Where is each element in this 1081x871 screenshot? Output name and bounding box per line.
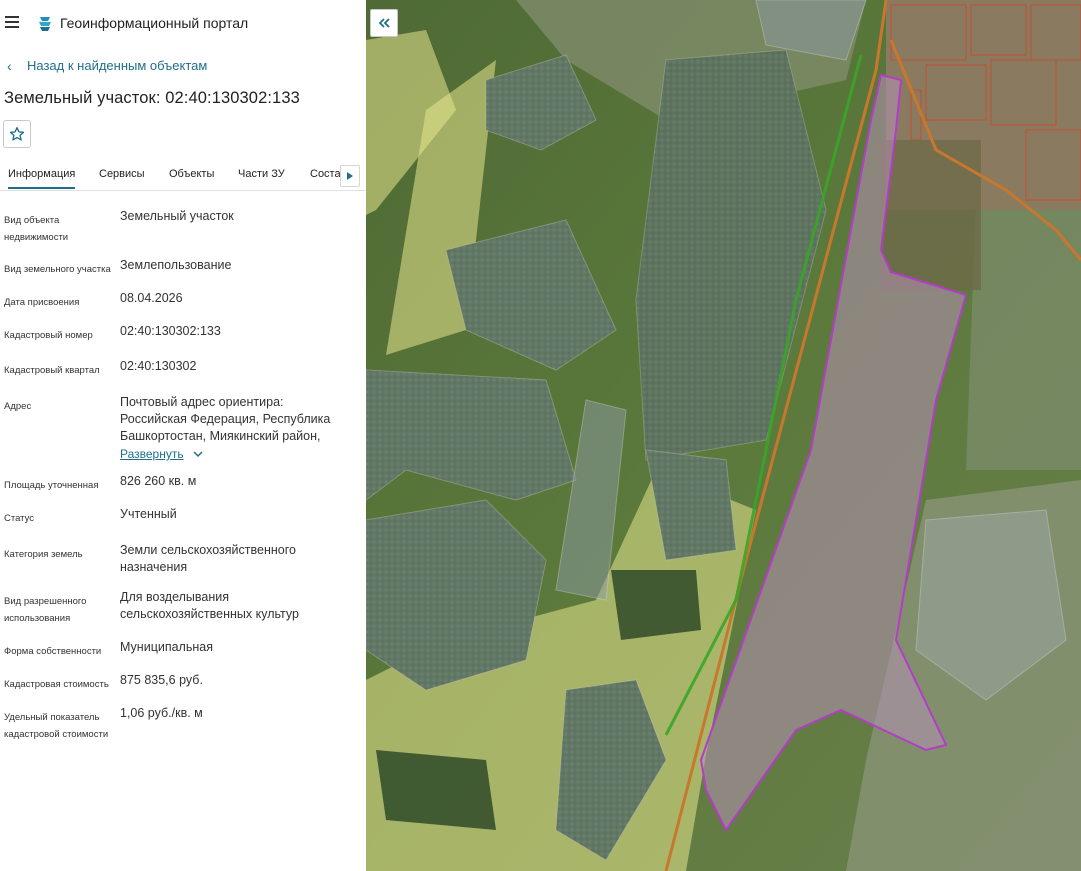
expand-label: Развернуть xyxy=(120,447,184,461)
double-chevron-left-icon xyxy=(378,18,390,28)
prop-row-address: Адрес Почтовый адрес ориентира: Российск… xyxy=(0,394,366,463)
app-title: Геоинформационный портал xyxy=(60,15,249,31)
prop-value: Для возделывания сельскохозяйственных ку… xyxy=(120,590,299,621)
collapse-panel-button[interactable] xyxy=(370,9,398,37)
prop-key: Кадастровый квартал xyxy=(4,365,100,376)
triangle-right-icon xyxy=(347,172,353,180)
prop-key: Удельный показатель кадастровой стоимост… xyxy=(4,712,109,740)
prop-row-cadastral-number: Кадастровый номер 02:40:130302:133 xyxy=(0,323,366,344)
prop-value: 875 835,6 руб. xyxy=(120,673,203,687)
prop-key: Вид объекта недвижимости xyxy=(4,215,69,243)
chevron-left-icon: ‹ xyxy=(7,58,12,74)
prop-key: Дата присвоения xyxy=(4,297,80,308)
prop-value: Учтенный xyxy=(120,507,177,521)
tabs-scroll-right-button[interactable] xyxy=(340,165,360,187)
prop-value-address: Почтовый адрес ориентира: Российская Фед… xyxy=(120,394,350,463)
prop-key: Площадь уточненная xyxy=(4,480,99,491)
field-area xyxy=(966,190,1081,470)
tabs-bar: Информация Сервисы Объекты Части ЗУ Сост… xyxy=(0,160,366,191)
portal-logo-icon xyxy=(39,17,51,31)
prop-key: Кадастровая стоимость xyxy=(4,679,109,690)
top-bar: Геоинформационный портал xyxy=(0,0,366,46)
prop-row-land-type: Вид земельного участка Землепользование xyxy=(0,257,366,278)
prop-key: Категория земель xyxy=(4,549,83,560)
prop-value: Земельный участок xyxy=(120,209,234,223)
object-title: Земельный участок: 02:40:130302:133 xyxy=(4,89,300,107)
prop-key: Вид земельного участка xyxy=(4,264,111,275)
prop-value: 08.04.2026 xyxy=(120,291,183,305)
prop-value: 02:40:130302 xyxy=(120,359,197,373)
prop-key: Форма собственности xyxy=(4,646,102,657)
prop-key: Кадастровый номер xyxy=(4,330,93,341)
tab-objects[interactable]: Объекты xyxy=(169,168,214,180)
tab-information[interactable]: Информация xyxy=(8,168,76,189)
prop-value: 02:40:130302:133 xyxy=(120,324,221,338)
prop-value: 826 260 кв. м xyxy=(120,474,197,488)
satellite-map[interactable] xyxy=(366,0,1081,871)
prop-value: Землепользование xyxy=(120,258,232,272)
prop-row-ownership: Форма собственности Муниципальная xyxy=(0,639,366,660)
tab-composition[interactable]: Соста xyxy=(310,168,340,180)
prop-value: Земли сельскохозяйственного назначения xyxy=(120,543,296,574)
prop-row-date: Дата присвоения 08.04.2026 xyxy=(0,290,366,311)
prop-row-cadastral-value: Кадастровая стоимость 875 835,6 руб. xyxy=(0,672,366,693)
prop-row-area: Площадь уточненная 826 260 кв. м xyxy=(0,473,366,494)
prop-key: Адрес xyxy=(4,401,32,412)
info-panel: Геоинформационный портал ‹ Назад к найде… xyxy=(0,0,367,871)
prop-row-specific-value: Удельный показатель кадастровой стоимост… xyxy=(0,705,366,743)
prop-key: Статус xyxy=(4,513,35,524)
tab-parts[interactable]: Части ЗУ xyxy=(238,168,285,180)
hamburger-icon[interactable] xyxy=(5,16,19,28)
back-link-label: Назад к найденным объектам xyxy=(27,58,208,73)
prop-value: Муниципальная xyxy=(120,640,213,654)
properties-list: Вид объекта недвижимости Земельный участ… xyxy=(0,200,366,743)
star-outline-icon xyxy=(9,127,25,141)
expand-address-link[interactable]: Развернуть xyxy=(120,446,350,463)
prop-key: Вид разрешенного использования xyxy=(4,596,87,624)
tab-services[interactable]: Сервисы xyxy=(99,168,145,180)
prop-row-permitted-use: Вид разрешенного использования Для возде… xyxy=(0,589,366,627)
favorite-button[interactable] xyxy=(3,120,31,148)
prop-row-status: Статус Учтенный xyxy=(0,506,366,527)
prop-row-land-category: Категория земель Земли сельскохозяйствен… xyxy=(0,542,366,576)
farm-area xyxy=(881,140,981,290)
address-text: Почтовый адрес ориентира: Российская Фед… xyxy=(120,395,331,443)
chevron-down-icon xyxy=(193,451,203,458)
prop-row-cadastral-quarter: Кадастровый квартал 02:40:130302 xyxy=(0,358,366,379)
prop-value: 1,06 руб./кв. м xyxy=(120,706,203,720)
tabs-clip: Информация Сервисы Объекты Части ЗУ Сост… xyxy=(0,160,340,190)
prop-row-object-type: Вид объекта недвижимости Земельный участ… xyxy=(0,208,366,246)
map-view[interactable] xyxy=(366,0,1081,871)
